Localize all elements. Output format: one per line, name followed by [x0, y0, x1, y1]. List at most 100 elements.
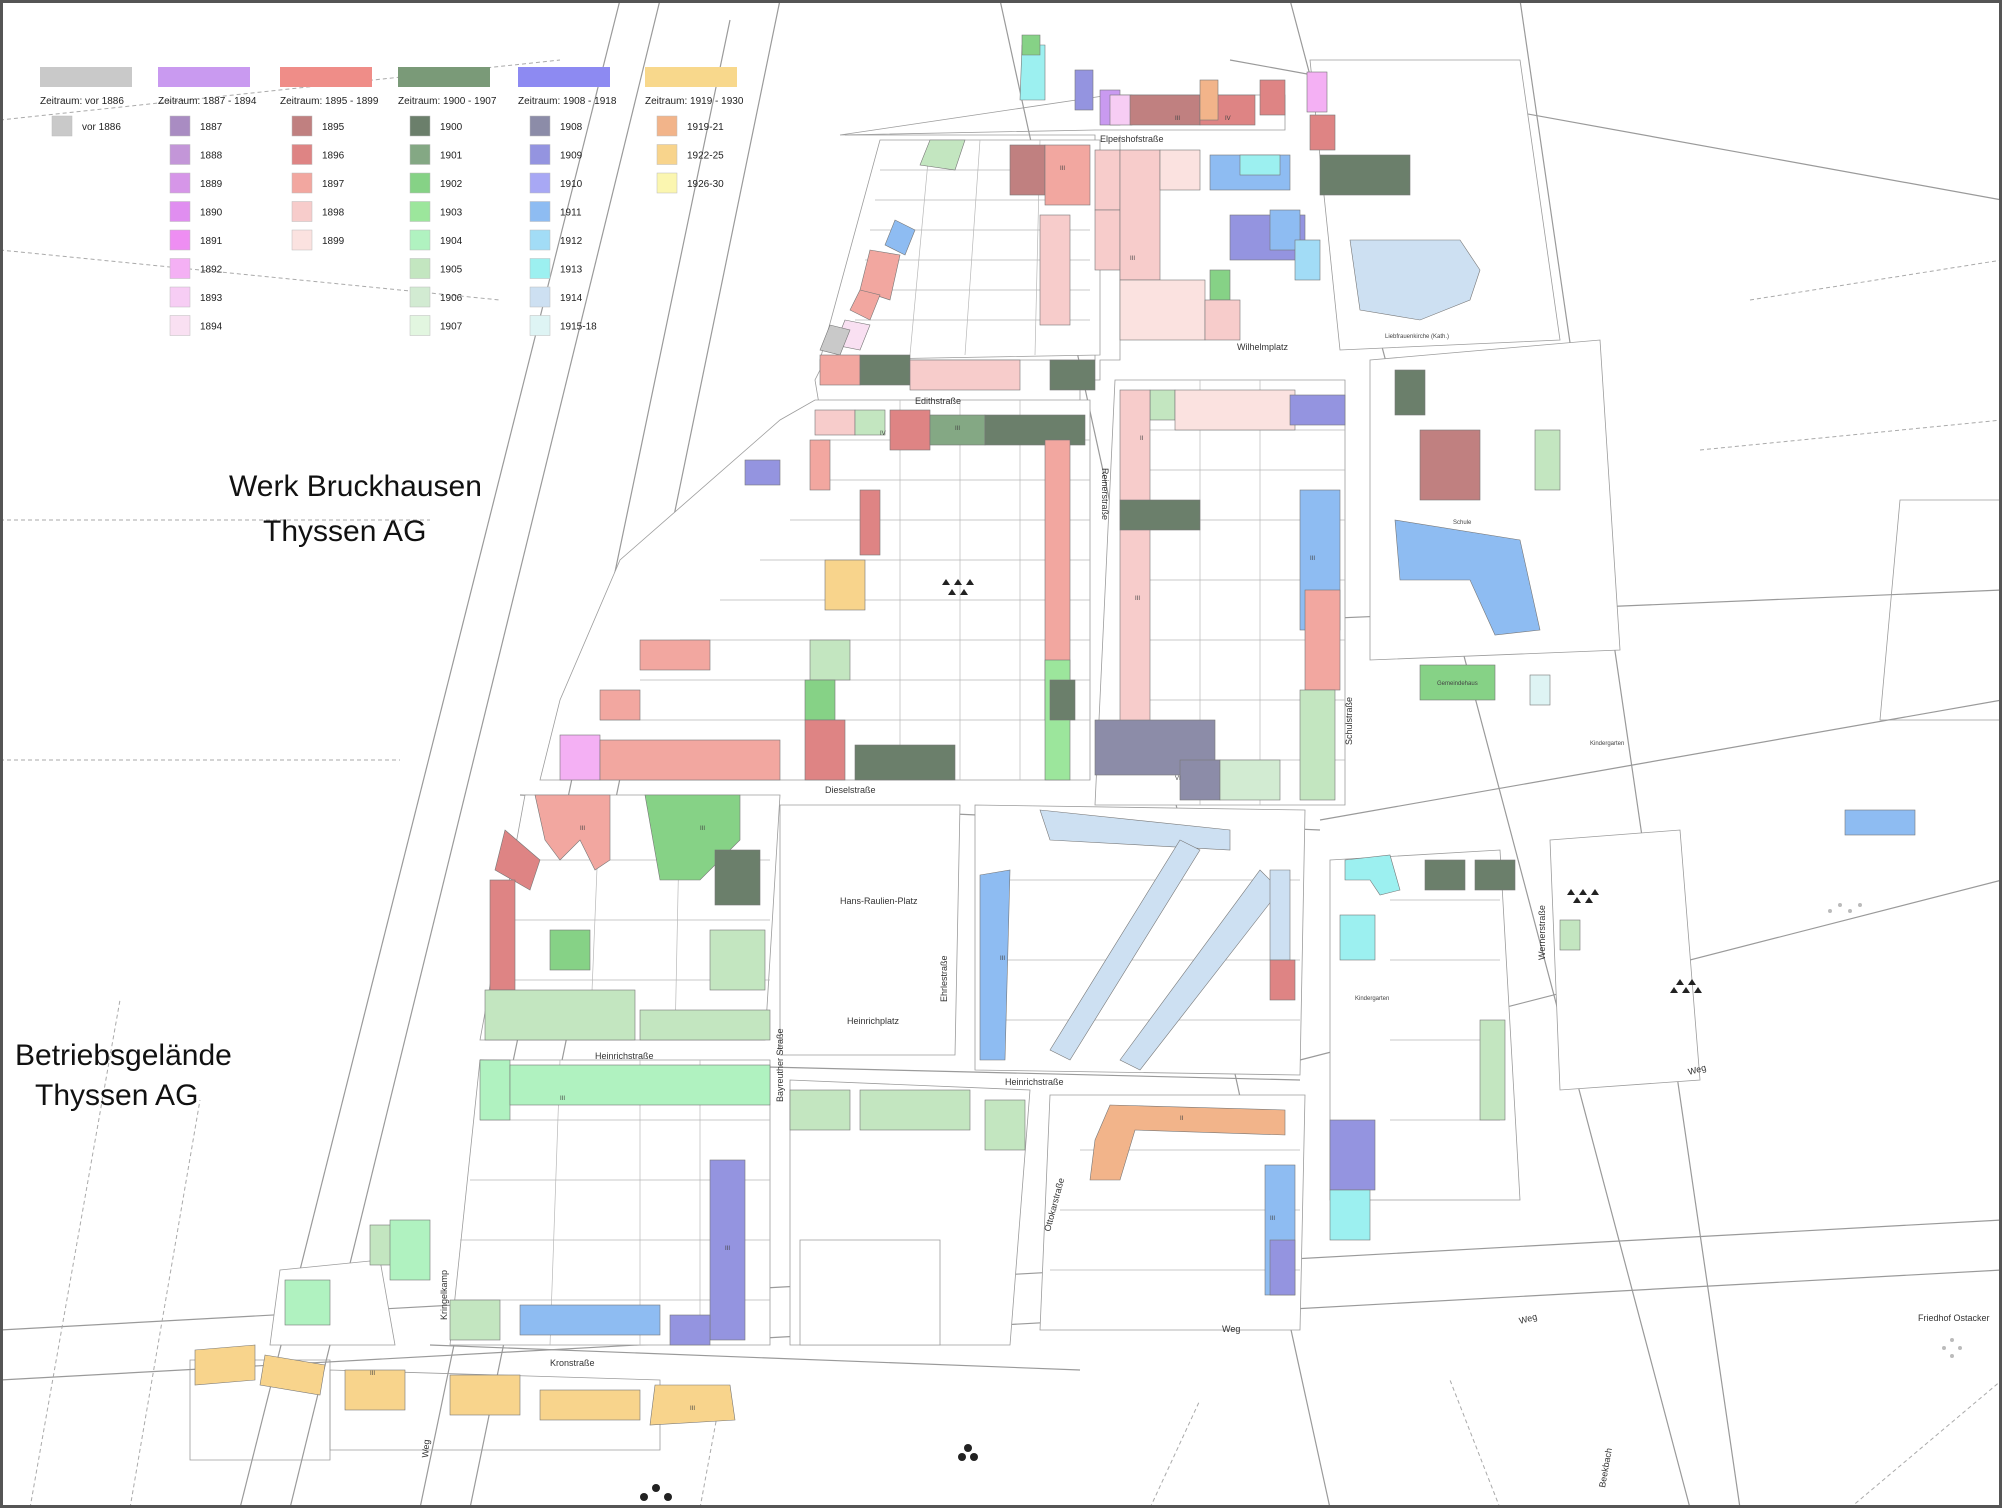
legend-item-swatch [529, 258, 551, 279]
legend-item-label: 1905 [440, 265, 463, 276]
legend-group-swatch [40, 67, 132, 87]
legend-item-label: 1901 [440, 151, 463, 162]
legend-item-swatch [409, 229, 431, 251]
poi-schule: Schule [1453, 520, 1472, 526]
street-weg-b: Weg [1222, 1324, 1240, 1334]
legend-group-title: Zeitraum: 1887 - 1894 [158, 96, 257, 107]
street-heinrichstrasse-west: Heinrichstraße [595, 1051, 654, 1061]
legend-item-swatch [529, 229, 551, 251]
legend-item-label: 1915-18 [560, 322, 597, 333]
legend-item-label: 1908 [560, 122, 583, 133]
street-wilhelmplatz: Wilhelmplatz [1237, 342, 1289, 352]
legend-item-swatch [169, 144, 191, 165]
street-reinerstrasse: Reinerstraße [1100, 468, 1110, 520]
street-bayreuther-strasse: Bayreuther Straße [775, 1028, 785, 1102]
street-weg-a: Weg [420, 1439, 432, 1458]
poi-friedhof: Friedhof Ostacker [1918, 1313, 1990, 1323]
legend-item-swatch [409, 115, 431, 137]
legend-item-label: 1891 [200, 236, 223, 247]
poi-kindergarten-a: Kindergarten [1590, 741, 1624, 747]
legend-item-swatch [656, 115, 678, 137]
legend-group-title: Zeitraum: 1908 - 1918 [518, 96, 617, 107]
legend-item-label: 1913 [560, 265, 583, 276]
legend-item-swatch [169, 258, 191, 279]
street-ehrlestrasse: Ehrlestraße [939, 955, 949, 1002]
street-heinrichstrasse-east: Heinrichstraße [1005, 1077, 1064, 1087]
svg-text:III: III [1175, 116, 1180, 122]
street-heinrichplatz: Heinrichplatz [847, 1016, 900, 1026]
legend-item-swatch [529, 201, 551, 222]
legend-item-label: 1896 [322, 151, 345, 162]
legend-item-swatch [169, 229, 191, 251]
svg-text:IV: IV [880, 431, 886, 437]
legend-group-swatch [158, 67, 250, 87]
legend-item-label: 1906 [440, 293, 463, 304]
legend-item-swatch [529, 115, 551, 137]
legend-item-label: 1897 [322, 179, 345, 190]
historic-building-age-map: III IV III III IV III II III III III III… [0, 0, 2002, 1508]
legend-item-swatch [409, 144, 431, 165]
legend-item-swatch [409, 201, 431, 222]
svg-text:III: III [1270, 1216, 1275, 1222]
legend-item-swatch [291, 172, 313, 194]
svg-text:VI: VI [1175, 776, 1181, 782]
legend-item-label: 1912 [560, 236, 583, 247]
werk-label-line1: Werk Bruckhausen [229, 470, 482, 503]
legend-item-swatch [291, 201, 313, 222]
legend-group-title: Zeitraum: 1895 - 1899 [280, 96, 379, 107]
legend-group: Zeitraum: vor 1886 vor 1886 [40, 67, 132, 137]
legend-item-swatch [656, 144, 678, 165]
legend-item-swatch [291, 115, 313, 137]
svg-text:III: III [370, 1371, 375, 1377]
svg-text:II: II [1140, 436, 1144, 442]
svg-text:III: III [1130, 256, 1135, 262]
legend-group-title: Zeitraum: vor 1886 [40, 96, 124, 107]
legend-item-label: 1907 [440, 322, 463, 333]
legend-item-label: 1892 [200, 265, 223, 276]
legend-group-swatch [398, 67, 490, 87]
legend-item-label: 1895 [322, 122, 345, 133]
legend-item-swatch [409, 172, 431, 194]
street-wernerstrasse: Wernerstraße [1537, 905, 1547, 960]
legend-item-swatch [291, 229, 313, 251]
legend-item-label: 1890 [200, 208, 223, 219]
legend-item-label: 1889 [200, 179, 223, 190]
legend-group-swatch [280, 67, 372, 87]
street-elpershofstrasse: Elpershofstraße [1100, 134, 1164, 144]
legend-item-swatch [51, 115, 73, 137]
svg-text:III: III [580, 826, 585, 832]
street-kringelkamp: Kringelkamp [439, 1270, 449, 1320]
svg-text:III: III [1000, 956, 1005, 962]
svg-text:III: III [1310, 556, 1315, 562]
svg-text:III: III [1135, 596, 1140, 602]
svg-text:IV: IV [1225, 116, 1231, 122]
legend-item-label: 1911 [560, 208, 582, 219]
legend-item-swatch [169, 315, 191, 336]
legend-group-swatch [518, 67, 610, 87]
legend-item-swatch [409, 286, 431, 308]
svg-text:III: III [560, 1096, 565, 1102]
legend-item-label: 1903 [440, 208, 463, 219]
werk-label-line2: Thyssen AG [263, 515, 426, 548]
legend-item-label: 1893 [200, 293, 223, 304]
betrieb-label-line1: Betriebsgelände [15, 1039, 232, 1072]
svg-text:III: III [1060, 166, 1065, 172]
legend-item-swatch [409, 315, 431, 336]
legend-group-title: Zeitraum: 1919 - 1930 [645, 96, 744, 107]
svg-text:III: III [700, 826, 705, 832]
street-edithstrasse: Edithstraße [915, 396, 961, 406]
legend-item-label: 1910 [560, 179, 583, 190]
legend-group-title: Zeitraum: 1900 - 1907 [398, 96, 497, 107]
poi-kindergarten-b: Kindergarten [1355, 996, 1389, 1002]
legend-item-label: vor 1886 [82, 122, 121, 133]
betrieb-label-line2: Thyssen AG [35, 1079, 198, 1112]
poi-gemeindehaus: Gemeindehaus [1437, 681, 1478, 687]
legend-item-label: 1922-25 [687, 151, 724, 162]
legend-item-label: 1914 [560, 293, 583, 304]
street-dieselstrasse: Dieselstraße [825, 785, 876, 795]
svg-text:III: III [955, 426, 960, 432]
svg-text:II: II [1180, 1116, 1184, 1122]
street-kronstrasse: Kronstraße [550, 1358, 595, 1368]
legend-item-label: 1919-21 [687, 122, 724, 133]
legend-item-swatch [529, 144, 551, 165]
